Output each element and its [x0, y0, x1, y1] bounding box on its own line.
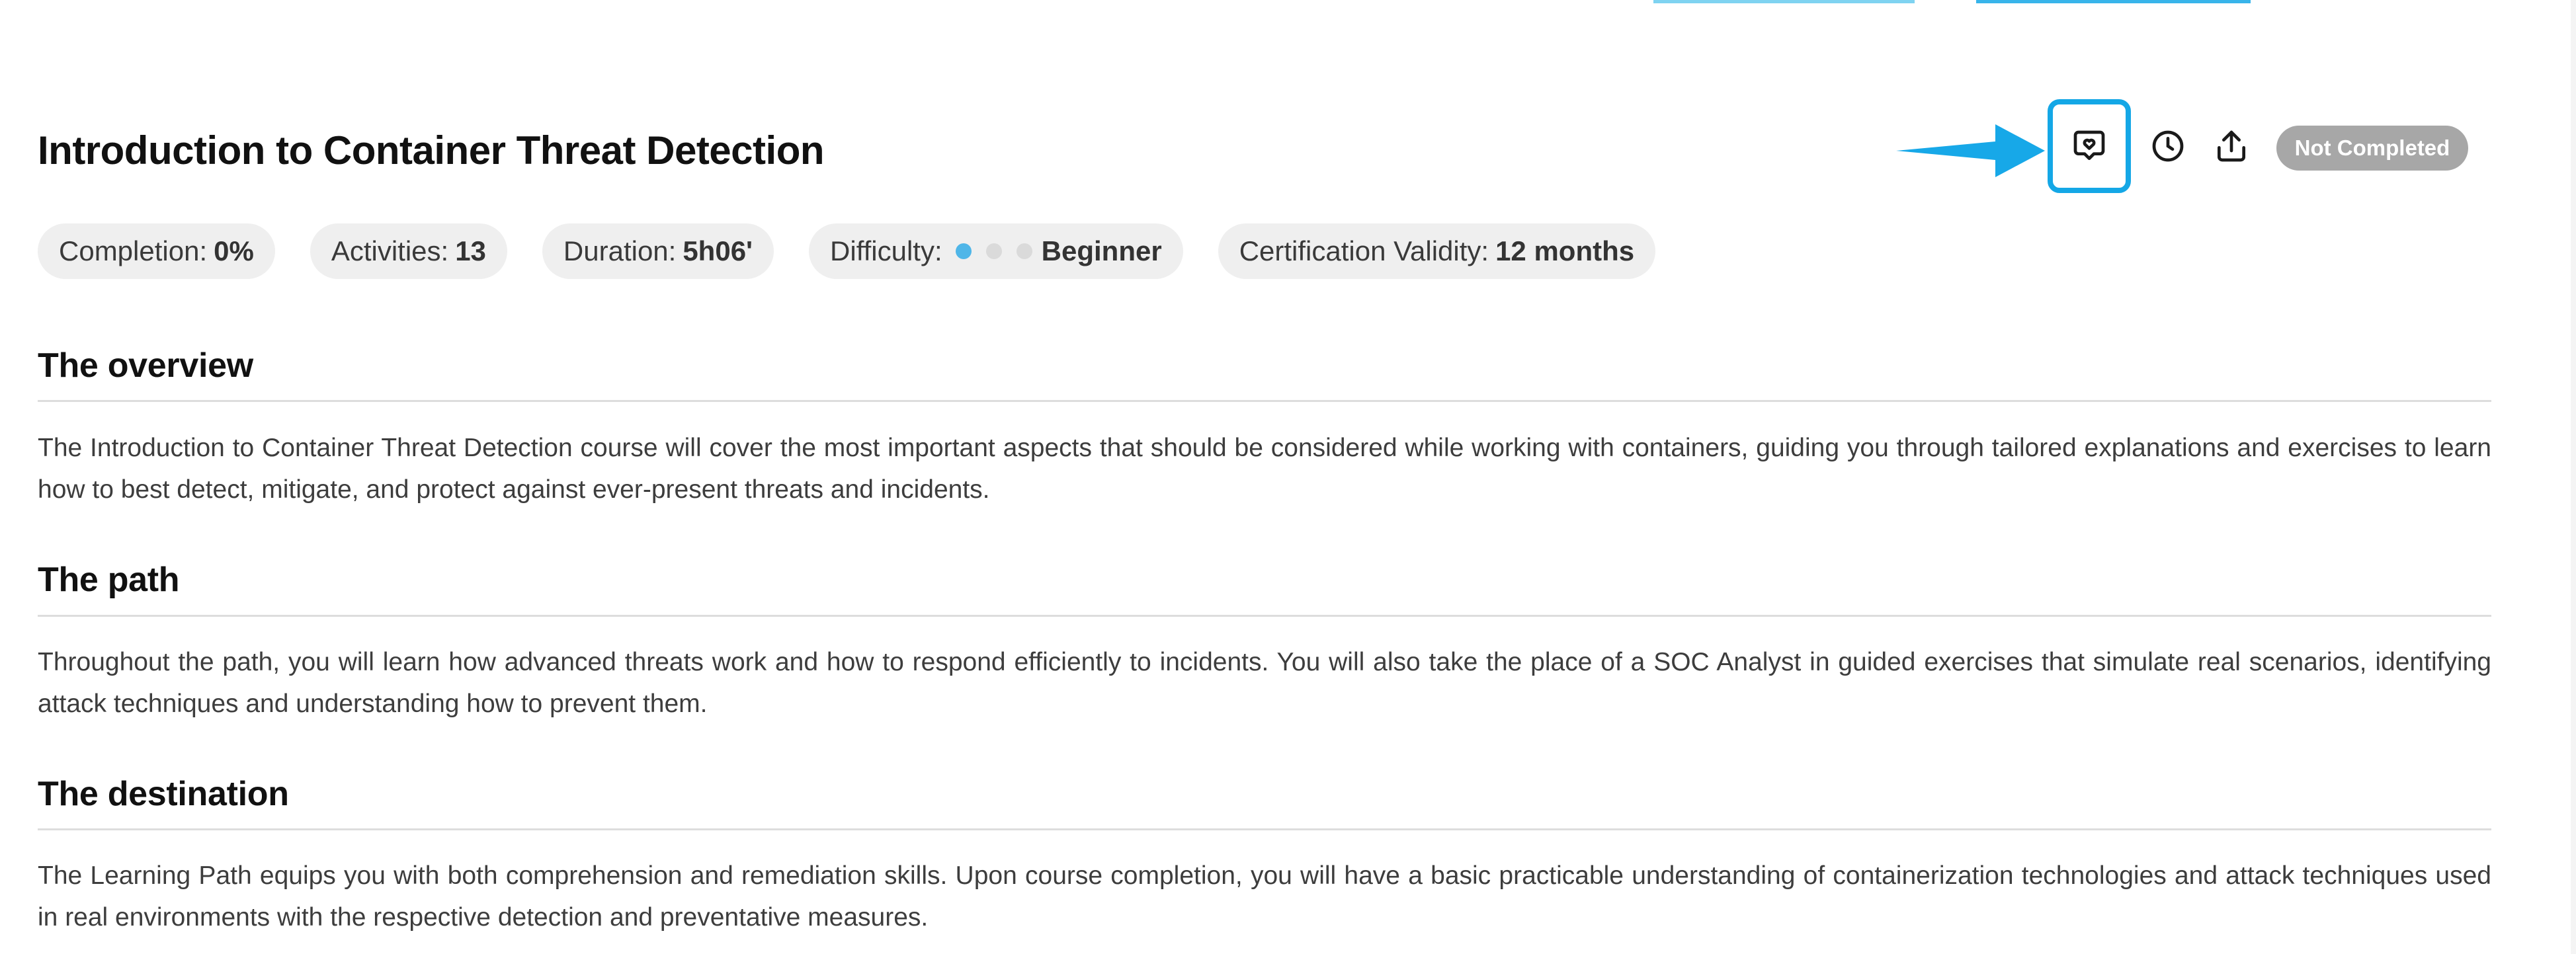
course-actions: Not Completed — [1896, 99, 2491, 195]
difficulty-dot-2 — [985, 243, 1002, 259]
difficulty-dot-3 — [1016, 243, 1032, 259]
difficulty-label: Difficulty: — [830, 235, 942, 266]
difficulty-value: Beginner — [1041, 235, 1162, 266]
duration-label: Duration: — [563, 235, 677, 266]
path-heading: The path — [38, 561, 180, 599]
difficulty-chip: Difficulty: Beginner — [809, 223, 1183, 279]
history-button[interactable] — [2135, 99, 2201, 193]
path-text: Throughout the path, you will learn how … — [38, 648, 2491, 718]
course-title: Introduction to Container Threat Detecti… — [38, 128, 825, 173]
completion-chip: Completion: 0% — [38, 223, 275, 279]
overview-text: The Introduction to Container Threat Det… — [38, 434, 2491, 504]
certification-validity-chip: Certification Validity: 12 months — [1218, 223, 1656, 279]
completion-status-badge: Not Completed — [2276, 126, 2468, 171]
top-tab-underline — [1653, 0, 1915, 3]
destination-divider — [38, 828, 2491, 830]
activities-label: Activities: — [331, 235, 449, 266]
path-divider — [38, 615, 2491, 617]
favorite-button[interactable] — [2048, 99, 2131, 193]
validity-label: Certification Validity: — [1239, 235, 1489, 266]
top-tab-underline-active — [1976, 0, 2251, 3]
completion-label: Completion: — [59, 235, 208, 266]
destination-heading: The destination — [38, 775, 289, 813]
overview-divider — [38, 400, 2491, 402]
overview-heading: The overview — [38, 346, 253, 385]
scrollbar-track[interactable] — [2571, 0, 2576, 954]
validity-value: 12 months — [1495, 235, 1635, 266]
share-button[interactable] — [2198, 99, 2264, 193]
share-upload-icon — [2218, 130, 2245, 162]
difficulty-level-dots — [955, 243, 1032, 259]
pointer-arrow-icon — [1896, 124, 2045, 177]
history-clock-icon — [2152, 130, 2184, 162]
difficulty-dot-1 — [955, 243, 972, 259]
duration-chip: Duration: 5h06' — [542, 223, 774, 279]
duration-value: 5h06' — [683, 235, 753, 266]
destination-text: The Learning Path equips you with both c… — [38, 861, 2491, 932]
completion-value: 0% — [214, 235, 254, 266]
activities-value: 13 — [455, 235, 486, 266]
course-stats: Completion: 0% Activities: 13 Duration: … — [38, 223, 1656, 279]
activities-chip: Activities: 13 — [310, 223, 507, 279]
favorite-heart-bubble-icon — [2073, 130, 2105, 161]
